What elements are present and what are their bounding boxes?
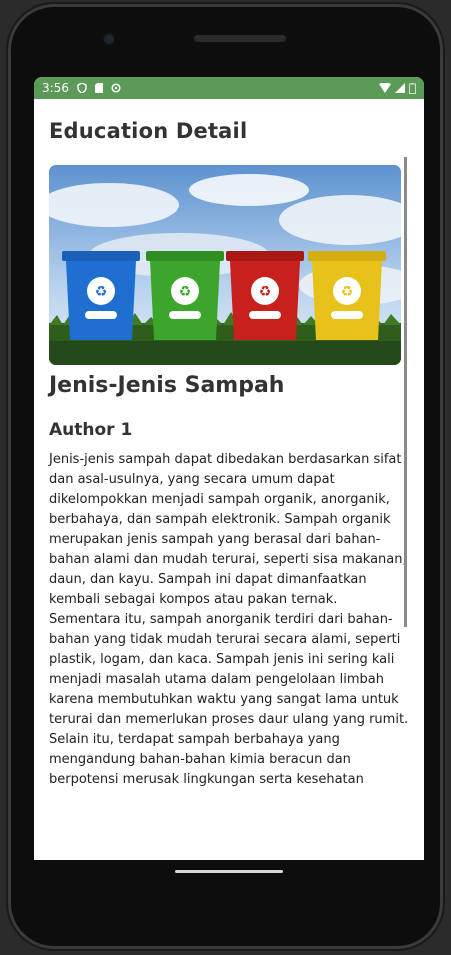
svg-text:♻: ♻ <box>95 284 108 300</box>
green-bin: ♻ <box>146 251 224 340</box>
status-bar: 3:56 <box>34 77 424 99</box>
signal-icon <box>395 83 405 93</box>
page-title: Education Detail <box>49 119 248 143</box>
sd-card-icon <box>94 83 103 93</box>
recycle-bins-image: ♻ ♻ ♻ ♻ <box>49 165 401 365</box>
yellow-bin: ♻ <box>308 251 386 340</box>
article-body: Jenis-jenis sampah dapat dibedakan berda… <box>49 452 409 787</box>
screen: 3:56 Education Detail ♻ ♻ ♻ ♻ Jenis-Jeni… <box>34 77 424 860</box>
svg-text:♻: ♻ <box>259 284 272 300</box>
home-indicator[interactable] <box>175 870 283 873</box>
svg-text:♻: ♻ <box>341 284 354 300</box>
wifi-icon <box>379 83 391 93</box>
front-camera <box>104 34 114 44</box>
red-bin: ♻ <box>226 251 304 340</box>
svg-text:♻: ♻ <box>179 284 192 300</box>
status-time: 3:56 <box>42 81 69 95</box>
detail-content[interactable]: Education Detail ♻ ♻ ♻ ♻ Jenis-Jenis Sam… <box>34 119 424 790</box>
scrollbar[interactable] <box>404 157 407 627</box>
sync-icon <box>111 83 121 93</box>
blue-bin: ♻ <box>62 251 140 340</box>
article-author: Author 1 <box>49 420 133 440</box>
battery-icon <box>409 82 416 94</box>
phone-frame: 3:56 Education Detail ♻ ♻ ♻ ♻ Jenis-Jeni… <box>8 4 443 949</box>
earpiece-speaker <box>194 35 286 42</box>
article-title: Jenis-Jenis Sampah <box>49 373 285 398</box>
shield-icon <box>77 83 87 93</box>
